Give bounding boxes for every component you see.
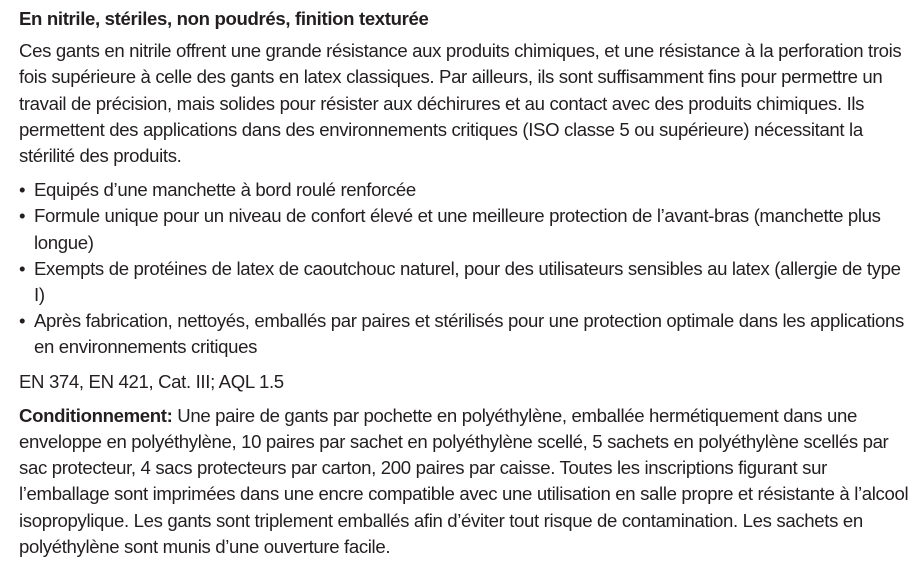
feature-text: Après fabrication, nettoyés, emballés pa… (34, 310, 904, 358)
feature-list-item: • Equipés d’une manchette à bord roulé r… (19, 177, 913, 203)
bullet-icon: • (19, 310, 26, 332)
intro-paragraph: Ces gants en nitrile offrent une grande … (19, 40, 902, 167)
packaging-text: Une paire de gants par pochette en polyé… (19, 404, 909, 557)
norms-line: EN 374, EN 421, Cat. III; AQL 1.5 (19, 370, 284, 392)
bullet-icon: • (19, 205, 26, 227)
product-title: En nitrile, stériles, non poudrés, finit… (19, 8, 429, 29)
feature-list: • Equipés d’une manchette à bord roulé r… (19, 177, 913, 360)
packaging-paragraph: Conditionnement: Une paire de gants par … (19, 403, 913, 560)
feature-text: Formule unique pour un niveau de confort… (34, 205, 881, 253)
feature-list-item: • Après fabrication, nettoyés, emballés … (19, 308, 913, 360)
document-page: En nitrile, stériles, non poudrés, finit… (0, 0, 923, 568)
bullet-icon: • (19, 257, 26, 279)
feature-list-item: • Exempts de protéines de latex de caout… (19, 256, 913, 308)
packaging-label: Conditionnement: (19, 404, 173, 426)
bullet-icon: • (19, 179, 26, 201)
feature-text: Equipés d’une manchette à bord roulé ren… (34, 179, 416, 201)
feature-list-item: • Formule unique pour un niveau de confo… (19, 203, 913, 255)
feature-text: Exempts de protéines de latex de caoutch… (34, 257, 901, 306)
